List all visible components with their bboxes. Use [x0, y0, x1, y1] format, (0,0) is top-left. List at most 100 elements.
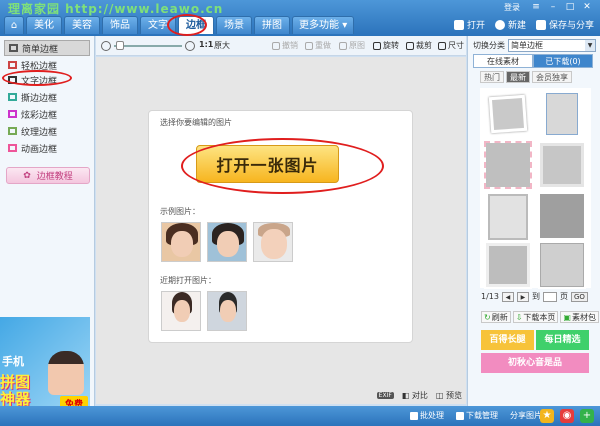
frame-thumb[interactable]: [484, 90, 532, 138]
subtab-vip[interactable]: 会员独享: [532, 71, 572, 83]
crop-label: 裁剪: [416, 41, 432, 50]
compare-icon: ◧: [401, 391, 410, 400]
close-icon[interactable]: ✕: [580, 2, 594, 13]
recent-images-label: 近期打开图片：: [160, 276, 216, 285]
frame-thumb[interactable]: [484, 192, 532, 240]
promo-long-legs[interactable]: 百得长腿: [481, 330, 534, 350]
new-label: 新建: [507, 21, 526, 31]
menu-icon[interactable]: ≡: [529, 2, 543, 13]
frame-thumb[interactable]: [484, 141, 532, 189]
next-page-button[interactable]: ▶: [516, 291, 529, 302]
resize-button[interactable]: 尺寸: [438, 40, 464, 51]
share-image-button[interactable]: 分享图片: [510, 410, 542, 421]
camera-icon: ✿: [23, 170, 31, 181]
subtab-latest[interactable]: 最新: [506, 71, 530, 83]
tab-frame[interactable]: 边框: [178, 16, 214, 34]
rotate-label: 旋转: [383, 41, 399, 50]
sample-image-1[interactable]: [161, 222, 201, 262]
page-unit-label: 页: [559, 292, 568, 301]
tab-downloaded[interactable]: 已下载(0): [533, 54, 593, 68]
batch-label: 批处理: [420, 411, 444, 420]
compare-button[interactable]: ◧ 对比: [402, 390, 428, 401]
rotate-button[interactable]: 旋转: [373, 40, 399, 51]
sidebar-item-colorful-frame[interactable]: 炫彩边框: [4, 106, 90, 122]
category-select[interactable]: 简单边框 ▼: [508, 39, 596, 52]
reset-label: 原图: [349, 41, 365, 50]
frame-tutorial-button[interactable]: ✿ 边框教程: [6, 167, 90, 184]
crop-button[interactable]: 裁剪: [406, 40, 432, 51]
open-image-button[interactable]: 打开一张图片: [196, 145, 339, 183]
zoom-slider-track[interactable]: [114, 45, 182, 47]
new-button[interactable]: 新建: [494, 18, 526, 31]
promo-daily-picks[interactable]: 每日精选: [536, 330, 589, 350]
add-icon[interactable]: +: [580, 409, 594, 423]
frame-thumb[interactable]: [538, 192, 586, 240]
sidebar-item-torn-frame[interactable]: 撕边边框: [4, 89, 90, 105]
tab-home[interactable]: ⌂: [4, 16, 24, 34]
login-link[interactable]: 登录: [504, 2, 520, 13]
save-icon: [535, 19, 546, 30]
ratio-1-1-button[interactable]: 1:1: [199, 40, 213, 49]
tab-text[interactable]: 文字: [140, 16, 176, 34]
sample-image-2[interactable]: [207, 222, 247, 262]
tab-more-features[interactable]: 更多功能 ▾: [292, 16, 355, 34]
frame-thumb[interactable]: [484, 241, 532, 289]
preview-button[interactable]: ◫ 预览: [436, 390, 462, 401]
save-share-button[interactable]: 保存与分享: [535, 18, 594, 31]
undo-button[interactable]: 撤销: [272, 40, 298, 51]
recent-image-1[interactable]: [161, 291, 201, 331]
tab-beauty[interactable]: 美容: [64, 16, 100, 34]
easy-frame-icon: [8, 61, 17, 69]
batch-process-button[interactable]: 批处理: [410, 410, 444, 421]
ad-model-photo: [48, 351, 84, 395]
redo-label: 重做: [315, 41, 331, 50]
recent-image-2[interactable]: [207, 291, 247, 331]
category-label: 切换分类: [473, 41, 505, 50]
minimize-icon[interactable]: –: [546, 2, 560, 13]
star-icon[interactable]: ★: [540, 409, 554, 423]
material-pack-button[interactable]: ▣ 素材包: [560, 311, 599, 323]
original-size-button[interactable]: 原大: [214, 40, 230, 51]
texture-frame-icon: [8, 127, 17, 135]
go-button[interactable]: GO: [570, 291, 588, 302]
promo-early-autumn[interactable]: 初秋心音是品: [481, 353, 589, 373]
open-button[interactable]: 打开: [453, 18, 485, 31]
prev-page-button[interactable]: ◀: [501, 291, 514, 302]
frame-thumb[interactable]: [538, 90, 586, 138]
sidebar-item-simple-frame[interactable]: 简单边框: [4, 40, 90, 56]
frame-thumb-preview: [540, 194, 584, 238]
reset-original-button[interactable]: 原图: [339, 40, 365, 51]
tab-accessories[interactable]: 饰品: [102, 16, 138, 34]
sample-image-3[interactable]: [253, 222, 293, 262]
sidebar-item-texture-frame[interactable]: 纹理边框: [4, 123, 90, 139]
frame-thumb-preview: [546, 93, 578, 135]
download-manager-button[interactable]: 下载管理: [456, 410, 498, 421]
download-page-button[interactable]: ⇩ 下载本页: [512, 311, 559, 323]
subtab-hot[interactable]: 热门: [480, 71, 504, 83]
refresh-button[interactable]: ↻ 刷新: [481, 311, 511, 323]
zoom-out-icon[interactable]: [101, 41, 111, 51]
compare-label: 对比: [411, 391, 428, 400]
tab-beautify[interactable]: 美化: [26, 16, 62, 34]
tab-collage[interactable]: 拼图: [254, 16, 290, 34]
frame-thumb[interactable]: [538, 241, 586, 289]
collage-app-ad[interactable]: 手机 拼图 神器 免费: [0, 317, 90, 411]
sample-images-label: 示例图片：: [160, 207, 200, 216]
frame-thumb-preview: [488, 94, 528, 134]
zoom-slider-thumb[interactable]: [116, 41, 124, 50]
zoom-in-icon[interactable]: [185, 41, 195, 51]
reset-icon: [339, 41, 347, 50]
frame-thumb[interactable]: [538, 141, 586, 189]
weibo-icon[interactable]: ◉: [560, 409, 574, 423]
tab-online-materials[interactable]: 在线素材: [473, 54, 533, 68]
exif-button[interactable]: EXIF: [376, 392, 394, 399]
frame-thumb-preview: [484, 141, 532, 189]
status-actions: 批处理 下载管理 分享图片: [410, 410, 542, 421]
maximize-icon[interactable]: □: [563, 2, 577, 13]
tab-scene[interactable]: 场景: [216, 16, 252, 34]
redo-button[interactable]: 重做: [305, 40, 331, 51]
category-value: 简单边框: [511, 41, 543, 50]
sidebar-item-animated-frame[interactable]: 动画边框: [4, 140, 90, 156]
page-number-input[interactable]: [542, 291, 557, 302]
frame-thumb-preview: [486, 243, 530, 287]
